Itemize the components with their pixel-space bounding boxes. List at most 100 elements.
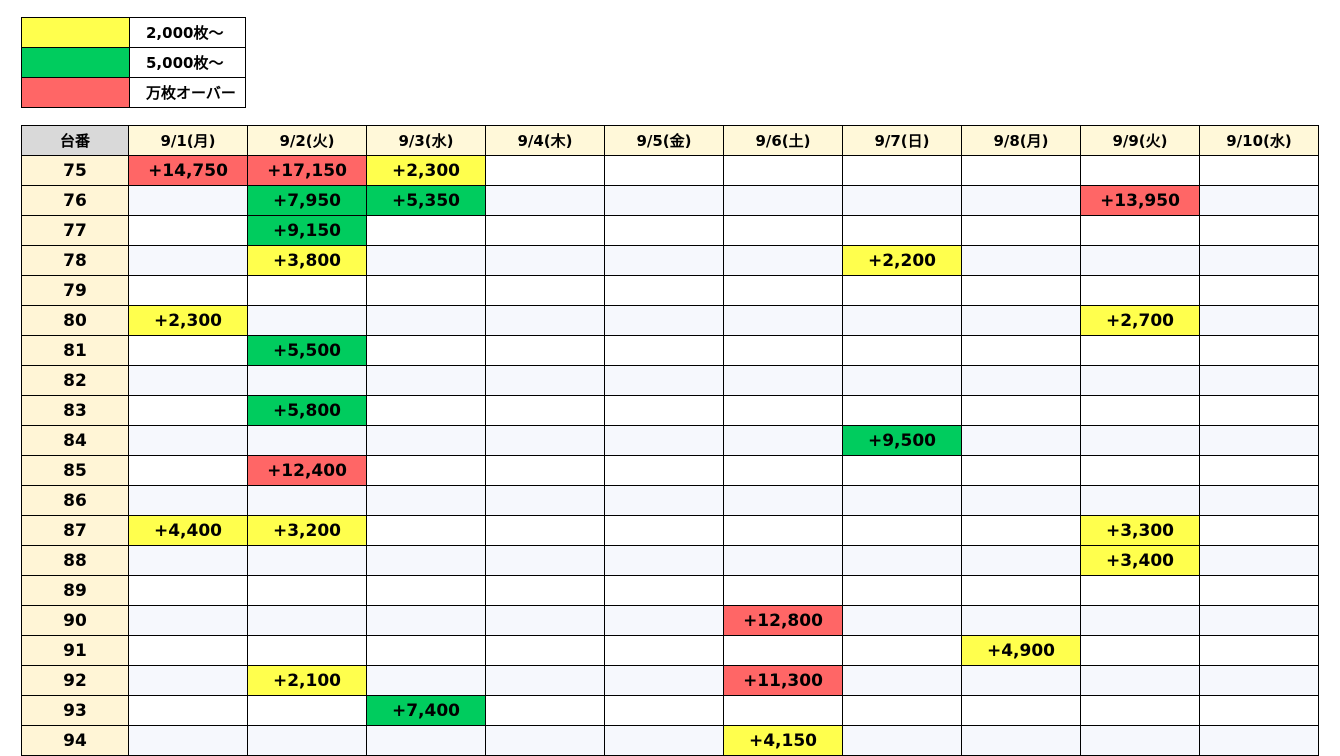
empty-cell (604, 665, 724, 696)
empty-cell (723, 395, 843, 426)
empty-cell (961, 395, 1081, 426)
payout-cell: +5,500 (247, 335, 367, 366)
legend-label: 5,000枚～ (129, 47, 246, 78)
empty-cell (961, 155, 1081, 186)
empty-cell (842, 365, 962, 396)
empty-cell (961, 575, 1081, 606)
table-row: 78 +3,800 +2,200 (21, 245, 1319, 276)
empty-cell (1080, 695, 1200, 726)
empty-cell (485, 455, 605, 486)
payout-cell: +5,350 (366, 185, 486, 216)
empty-cell (1199, 155, 1319, 186)
empty-cell (723, 545, 843, 576)
empty-cell (723, 275, 843, 306)
empty-cell (961, 245, 1081, 276)
legend-table: 2,000枚～ 5,000枚～ 万枚オーバー (21, 17, 246, 108)
table-row: 85 +12,400 (21, 455, 1319, 486)
payout-cell: +11,300 (723, 665, 843, 696)
empty-cell (128, 425, 248, 456)
table-row: 87 +4,400 +3,200 +3,300 (21, 515, 1319, 546)
empty-cell (128, 725, 248, 756)
empty-cell (604, 455, 724, 486)
empty-cell (247, 365, 367, 396)
legend-swatch (21, 17, 130, 48)
empty-cell (842, 605, 962, 636)
empty-cell (842, 185, 962, 216)
legend-row: 5,000枚～ (21, 47, 246, 78)
payout-cell: +17,150 (247, 155, 367, 186)
empty-cell (723, 635, 843, 666)
empty-cell (1080, 335, 1200, 366)
payout-cell: +12,400 (247, 455, 367, 486)
date-header: 9/1(月) (128, 125, 248, 156)
table-row: 83 +5,800 (21, 395, 1319, 426)
empty-cell (485, 335, 605, 366)
machine-number: 78 (21, 245, 129, 276)
empty-cell (1199, 635, 1319, 666)
empty-cell (1199, 275, 1319, 306)
empty-cell (842, 665, 962, 696)
date-header: 9/7(日) (842, 125, 962, 156)
empty-cell (366, 395, 486, 426)
machine-number: 88 (21, 545, 129, 576)
empty-cell (723, 335, 843, 366)
empty-cell (961, 695, 1081, 726)
empty-cell (1199, 455, 1319, 486)
empty-cell (1199, 365, 1319, 396)
empty-cell (128, 395, 248, 426)
payout-cell: +3,800 (247, 245, 367, 276)
empty-cell (1080, 665, 1200, 696)
empty-cell (604, 305, 724, 336)
empty-cell (247, 635, 367, 666)
empty-cell (723, 305, 843, 336)
empty-cell (128, 575, 248, 606)
empty-cell (842, 305, 962, 336)
empty-cell (842, 695, 962, 726)
empty-cell (604, 215, 724, 246)
empty-cell (723, 695, 843, 726)
machine-number: 82 (21, 365, 129, 396)
empty-cell (723, 365, 843, 396)
payout-cell: +4,400 (128, 515, 248, 546)
empty-cell (604, 425, 724, 456)
machine-number: 76 (21, 185, 129, 216)
empty-cell (485, 365, 605, 396)
empty-cell (366, 485, 486, 516)
empty-cell (366, 725, 486, 756)
empty-cell (961, 665, 1081, 696)
date-header: 9/5(金) (604, 125, 724, 156)
empty-cell (128, 275, 248, 306)
machine-number: 92 (21, 665, 129, 696)
table-row: 79 (21, 275, 1319, 306)
empty-cell (723, 485, 843, 516)
empty-cell (604, 545, 724, 576)
empty-cell (604, 695, 724, 726)
empty-cell (1080, 425, 1200, 456)
machine-number: 94 (21, 725, 129, 756)
empty-cell (842, 575, 962, 606)
table-row: 89 (21, 575, 1319, 606)
empty-cell (1199, 215, 1319, 246)
empty-cell (247, 695, 367, 726)
empty-cell (604, 335, 724, 366)
empty-cell (485, 605, 605, 636)
empty-cell (961, 455, 1081, 486)
empty-cell (485, 575, 605, 606)
empty-cell (366, 515, 486, 546)
payout-cell: +2,100 (247, 665, 367, 696)
machine-number: 91 (21, 635, 129, 666)
empty-cell (1199, 395, 1319, 426)
table-row: 84 +9,500 (21, 425, 1319, 456)
payout-cell: +2,300 (366, 155, 486, 186)
empty-cell (485, 305, 605, 336)
empty-cell (723, 515, 843, 546)
empty-cell (366, 605, 486, 636)
empty-cell (1199, 665, 1319, 696)
machine-number: 89 (21, 575, 129, 606)
empty-cell (1080, 725, 1200, 756)
table-row: 88 +3,400 (21, 545, 1319, 576)
empty-cell (247, 305, 367, 336)
empty-cell (128, 365, 248, 396)
empty-cell (1199, 545, 1319, 576)
empty-cell (128, 605, 248, 636)
